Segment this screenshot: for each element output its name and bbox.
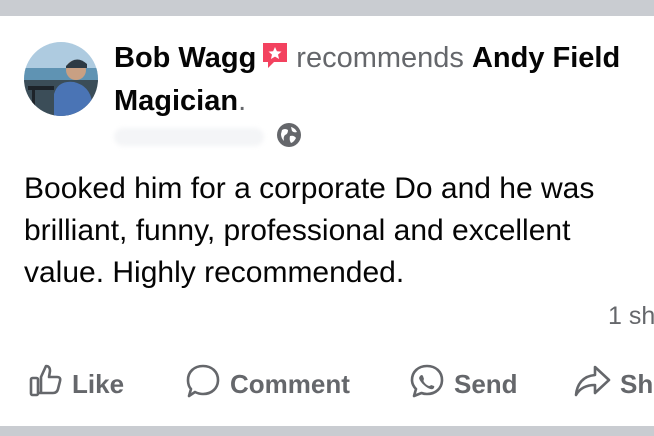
share-arrow-icon: [572, 363, 620, 406]
avatar[interactable]: [24, 42, 98, 116]
post-card: Bob Wagg recommends Andy Field Magician.…: [0, 16, 654, 426]
share-button[interactable]: Sh: [572, 364, 653, 404]
comment-label: Comment: [230, 368, 350, 399]
thumbs-up-icon: [28, 363, 72, 406]
post-meta: [114, 120, 314, 150]
send-label: Send: [454, 368, 518, 399]
comment-bubble-icon: [184, 362, 230, 407]
star-flag-icon: [260, 40, 290, 81]
redacted-timestamp: [114, 128, 264, 146]
globe-icon[interactable]: [276, 122, 302, 153]
post-body: Booked him for a corporate Do and he was…: [24, 172, 595, 289]
recommends-text: recommends: [296, 42, 464, 74]
share-label: Sh: [620, 368, 654, 399]
like-button[interactable]: Like: [28, 364, 124, 404]
comment-button[interactable]: Comment: [184, 364, 350, 404]
send-button[interactable]: Send: [408, 364, 518, 404]
post-header: Bob Wagg recommends Andy Field Magician.: [114, 38, 654, 121]
messenger-icon: [408, 362, 454, 407]
action-bar: Like Comment Send Sh: [0, 364, 654, 404]
header-period: .: [238, 85, 247, 117]
author-name[interactable]: Bob Wagg: [114, 42, 256, 74]
like-label: Like: [72, 368, 125, 399]
share-count[interactable]: 1 sh: [608, 302, 654, 331]
